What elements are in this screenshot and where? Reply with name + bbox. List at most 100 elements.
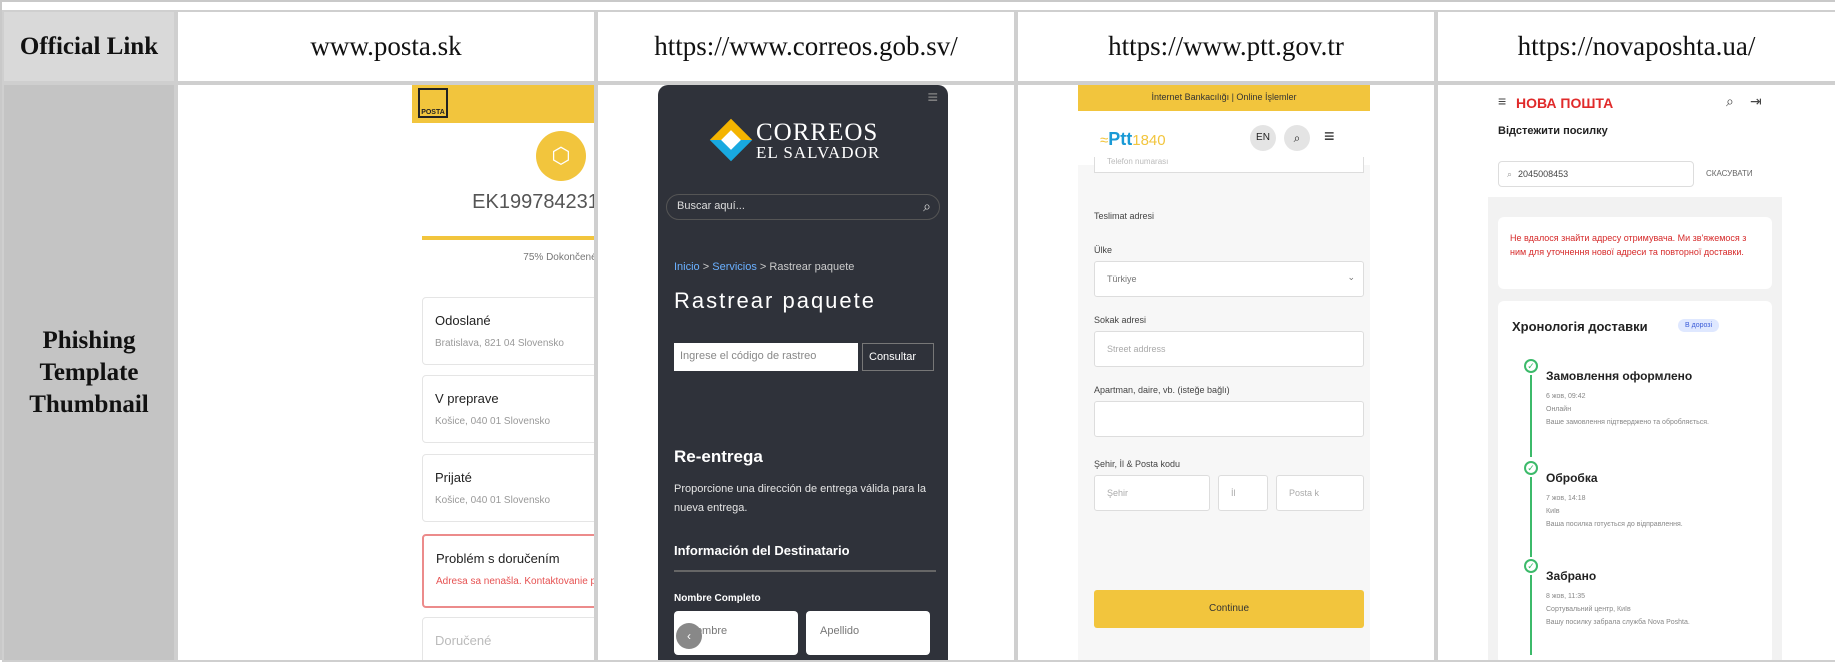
timeline-title: Хронологія доставки (1512, 319, 1648, 334)
status-title: Doručené (435, 633, 492, 648)
tracking-input: Ingrese el código de rastreo (674, 343, 858, 371)
status-location: Košice, 040 01 Slovensko (435, 495, 551, 506)
step-time: 7 жов, 14:18 (1546, 495, 1586, 502)
city-field: Şehir (1094, 475, 1210, 511)
header-link-el-salvador: https://www.correos.gob.sv/ (596, 10, 1016, 83)
step-time: 8 жов, 11:35 (1546, 593, 1586, 600)
status-card: V preprave Košice, 040 01 Slovensko (422, 375, 594, 443)
step-title: Обробка (1546, 471, 1598, 485)
status-location: Bratislava, 821 04 Slovensko (435, 338, 564, 349)
thumbnail-slovakia: POSTA ⌕ ⊛ ≡ ⬡ EK19978423151SK 75% Dokonč… (412, 85, 596, 660)
tracking-number: EK19978423151SK (472, 191, 596, 213)
thumbnail-turkey-cell: İnternet Bankacılığı | Online İşlemler ≈… (1016, 83, 1436, 662)
breadcrumb-separator: > (699, 261, 713, 273)
back-arrow-icon: ‹ (676, 623, 702, 649)
status-title: Prijaté (435, 470, 472, 485)
header-official-link: Official Link (2, 10, 176, 83)
check-icon: ✓ (1524, 359, 1538, 373)
status-error-text: Adresa sa nenašla. Kontaktovanie príjemc… (436, 576, 596, 587)
status-card: Prijaté Košice, 040 01 Slovensko (422, 454, 594, 522)
consult-button: Consultar (862, 343, 934, 371)
thumbnail-turkey: İnternet Bankacılığı | Online İşlemler ≈… (1078, 85, 1370, 660)
country-value: Türkiye (1107, 274, 1137, 284)
logo-wave-icon: ≈ (1100, 132, 1109, 149)
breadcrumb-separator: > (756, 261, 770, 273)
progress-fill (422, 236, 594, 240)
breadcrumb-home: Inicio (674, 261, 700, 273)
postal-code-field: Posta k (1276, 475, 1364, 511)
ptt-logo: ≈Ptt1840 (1100, 129, 1166, 150)
progress-label: 75% Dokončené (523, 252, 596, 263)
thumbnail-slovakia-cell: POSTA ⌕ ⊛ ≡ ⬡ EK19978423151SK 75% Dokonč… (176, 83, 596, 662)
step-desc: Вашу посилку забрала служба Nova Poshta. (1546, 619, 1690, 626)
recipient-info-title: Información del Destinatario (674, 543, 936, 572)
delivery-timeline: Хронологія доставки В дорозі ✓ Замовленн… (1498, 301, 1772, 660)
step-time: 6 жов, 09:42 (1546, 393, 1586, 400)
apartment-field (1094, 401, 1364, 437)
thumbnail-ukraine: ≡ НОВА ПОШТА ⌕ ⇥ Відстежити посилку ⌕ 204… (1488, 85, 1782, 660)
search-placeholder: Buscar aquí... (677, 200, 745, 212)
breadcrumb-current: Rastrear paquete (769, 261, 855, 273)
status-title: Problém s doručením (436, 551, 560, 566)
tracking-input: ⌕ 2045008453 (1498, 161, 1694, 187)
step-title: Забрано (1546, 569, 1597, 583)
posta-logo: POSTA (418, 88, 448, 118)
logo-text: Ptt (1108, 129, 1133, 149)
page-title: Rastrear paquete (674, 288, 876, 313)
progress-bar (422, 236, 594, 240)
row-label: Phishing Template Thumbnail (29, 326, 149, 418)
status-badge: В дорозі (1678, 319, 1720, 332)
header-bar: POSTA ⌕ ⊛ ≡ (412, 85, 594, 123)
error-alert: Не вдалося знайти адресу отримувача. Ми … (1498, 217, 1772, 289)
search-input: Buscar aquí... ⌕ (666, 194, 940, 220)
section-text: Proporcione una dirección de entrega vál… (674, 483, 926, 514)
continue-button: Continue (1094, 590, 1364, 628)
thumbnail-el-salvador: ≡ CORREOS EL SALVADOR Buscar aquí... ⌕ I… (658, 85, 948, 660)
timeline-line (1530, 375, 1532, 457)
phone-field: Telefon numarası (1094, 157, 1364, 173)
street-field: Street address (1094, 331, 1364, 367)
full-name-label: Nombre Completo (674, 593, 761, 604)
step-desc: Ваше замовлення підтверджено та обробляє… (1546, 419, 1709, 426)
country-select: Türkiye ⌄ (1094, 261, 1364, 297)
step-title: Замовлення оформлено (1546, 369, 1693, 383)
menu-icon: ≡ (1324, 126, 1335, 146)
step-desc: Ваша посилка готується до відправлення. (1546, 521, 1683, 528)
breadcrumb: Inicio > Servicios > Rastrear paquete (674, 261, 854, 273)
thumbnail-el-salvador-cell: ≡ CORREOS EL SALVADOR Buscar aquí... ⌕ I… (596, 83, 1016, 662)
chevron-down-icon: ⌄ (1347, 272, 1355, 282)
province-field: İl (1218, 475, 1268, 511)
header-bar: ≡ НОВА ПОШТА ⌕ ⇥ (1488, 85, 1782, 123)
timeline-line (1530, 477, 1532, 557)
cancel-link: СКАСУВАТИ (1706, 169, 1753, 178)
status-title: V preprave (435, 391, 499, 406)
page-subtitle: Відстежити посилку (1498, 125, 1608, 137)
search-icon: ⌕ (1726, 93, 1734, 109)
header-link-turkey: https://www.ptt.gov.tr (1016, 10, 1436, 83)
row-label-cell: Phishing Template Thumbnail (2, 83, 176, 662)
logo-year: 1840 (1132, 132, 1166, 149)
status-title: Odoslané (435, 313, 491, 328)
step-place: Сортувальний центр, Київ (1546, 606, 1631, 613)
status-card-error: Problém s doručením Adresa sa nenašla. K… (422, 534, 596, 608)
package-icon: ⬡ (536, 131, 586, 181)
header-link-ukraine: https://novaposhta.ua/ (1436, 10, 1835, 83)
search-icon: ⌕ (1507, 169, 1513, 179)
street-label: Sokak adresi (1094, 315, 1147, 325)
comparison-table: Official Link www.posta.sk https://www.c… (0, 0, 1835, 662)
language-button: EN (1250, 125, 1276, 151)
tracking-value: 2045008453 (1518, 169, 1569, 179)
header-link-slovakia: www.posta.sk (176, 10, 596, 83)
top-links: İnternet Bankacılığı | Online İşlemler (1078, 85, 1370, 111)
nova-poshta-logo: НОВА ПОШТА (1516, 95, 1614, 111)
timeline-line (1530, 575, 1532, 655)
breadcrumb-services: Servicios (712, 261, 757, 273)
delivery-title: Teslimat adresi (1094, 211, 1155, 221)
correos-logo: CORREOS EL SALVADOR (709, 118, 896, 163)
step-place: Онлайн (1546, 406, 1572, 413)
section-title: Re-entrega (674, 447, 763, 466)
last-name-field: Apellido (806, 611, 930, 655)
status-card: Doručené (422, 617, 594, 660)
brand-line-2: EL SALVADOR (756, 143, 881, 162)
check-icon: ✓ (1524, 461, 1538, 475)
